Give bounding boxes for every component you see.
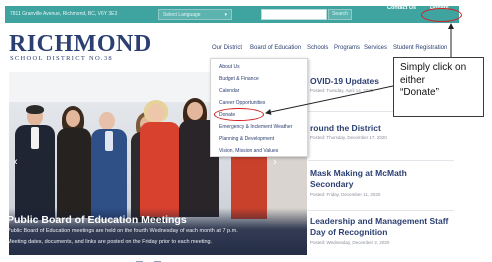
menu-item-vision-mission-values[interactable]: Vision, Mission and Values [219, 148, 278, 154]
news-title[interactable]: Mask Making at McMath [310, 168, 407, 178]
donate-highlight-circle [421, 8, 462, 22]
news-title[interactable]: Day of Recognition [310, 227, 387, 237]
instruction-callout: Simply click on either “Donate” [393, 57, 484, 117]
our-district-dropdown: About Us Budget & Finance Calendar Caree… [210, 58, 308, 157]
nav-services[interactable]: Services [364, 45, 387, 51]
language-select-label: Select Language [163, 12, 201, 18]
menu-item-emergency-weather[interactable]: Emergency & Inclement Weather [219, 124, 292, 130]
search-button[interactable]: Search [328, 9, 352, 20]
menu-item-calendar[interactable]: Calendar [219, 88, 239, 94]
nav-programs[interactable]: Programs [334, 45, 360, 51]
language-select[interactable]: Select Language ▾ [158, 9, 232, 20]
contact-us-link[interactable]: Contact Us [387, 5, 416, 11]
news-date: Posted: Tuesday, April 14, 2020 [310, 88, 374, 93]
menu-item-planning-development[interactable]: Planning & Development [219, 136, 274, 142]
news-date: Posted: Thursday, December 17, 2020 [310, 135, 387, 140]
news-title[interactable]: OVID-19 Updates [310, 76, 379, 86]
search-input[interactable] [261, 9, 327, 20]
news-title[interactable]: Leadership and Management Staff [310, 216, 448, 226]
news-title[interactable]: Secondary [310, 179, 353, 189]
district-logo-subtitle: SCHOOL DISTRICT NO.38 [10, 55, 113, 62]
hero-description: Public Board of Education meetings are h… [7, 228, 238, 234]
nav-our-district[interactable]: Our District [212, 45, 242, 51]
callout-text: either [400, 74, 426, 86]
callout-text: Simply click on [400, 62, 467, 73]
nav-schools[interactable]: Schools [307, 45, 328, 51]
menu-item-career-opportunities[interactable]: Career Opportunities [219, 100, 265, 106]
nav-board-of-education[interactable]: Board of Education [250, 45, 301, 51]
menu-item-budget-finance[interactable]: Budget & Finance [219, 76, 259, 82]
carousel-dots [136, 250, 163, 262]
menu-item-about-us[interactable]: About Us [219, 64, 240, 70]
news-divider [308, 210, 454, 211]
news-title[interactable]: round the District [310, 123, 381, 133]
hero-description: Meeting dates, documents, and links are … [7, 239, 213, 245]
donate-highlight-circle [214, 108, 264, 121]
news-divider [308, 160, 454, 161]
nav-student-registration[interactable]: Student Registration [393, 45, 447, 51]
district-logo-title[interactable]: RICHMOND [9, 32, 152, 56]
news-date: Posted: Wednesday, December 2, 2020 [310, 240, 390, 245]
district-address: 7811 Granville Avenue, Richmond, BC, V6Y… [10, 11, 118, 17]
chevron-left-icon[interactable]: ‹ [14, 156, 18, 168]
hero-title[interactable]: Public Board of Education Meetings [7, 214, 187, 226]
callout-text: “Donate” [400, 87, 439, 98]
chevron-right-icon[interactable]: › [273, 156, 277, 168]
chevron-down-icon: ▾ [224, 12, 227, 18]
news-date: Posted: Friday, December 11, 2020 [310, 192, 381, 197]
